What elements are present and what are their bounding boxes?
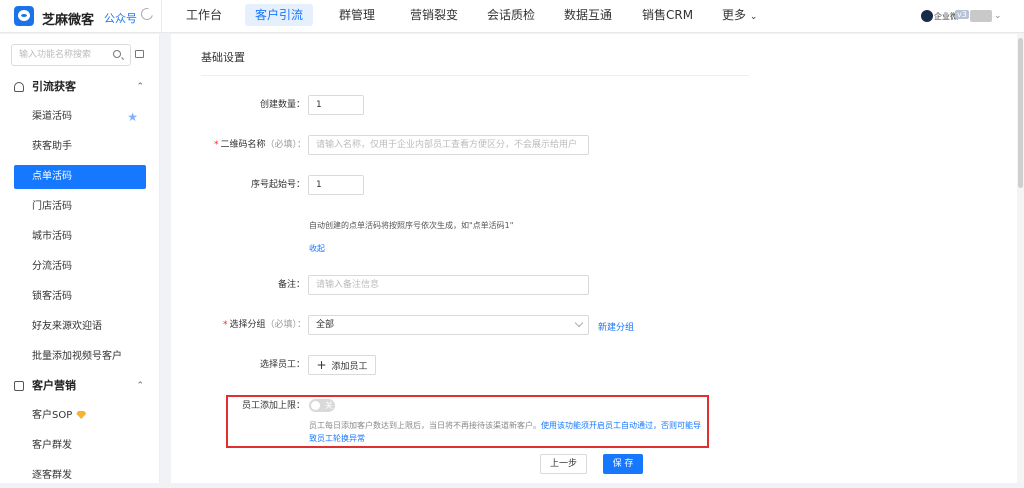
org-avatar-icon [921,10,933,22]
sidebar-item-label: 客户SOP [32,410,73,421]
page-scrollbar-thumb[interactable] [1018,38,1023,188]
sidebar-item-label: 渠道活码 [32,111,72,122]
add-staff-label: 添加员工 [331,362,368,372]
remark-label: 备注： [277,280,305,290]
header-divider [161,0,162,33]
brand-name: 芝麻微客 [42,13,95,28]
group-label-text: 选择分组 [229,320,266,330]
sidebar-item-welcome-message[interactable]: 好友来源欢迎语 [14,315,146,339]
add-staff-button[interactable]: + 添加员工 [308,355,376,375]
create-count-label: 创建数量： [259,100,305,110]
nav-marketing-fission[interactable]: 营销裂变 [400,4,468,26]
limit-label: 员工添加上限： [241,401,305,411]
limit-warning-main: 员工每日添加客户数达到上限后，当日将不再接待该渠道新客户。 [309,421,541,430]
sidebar-item-order-code[interactable]: 点单活码 [14,165,146,189]
chevron-up-icon: ⌃ [136,82,144,92]
sidebar-item-acquisition-assistant[interactable]: 获客助手 [14,135,146,159]
top-bar: 芝麻微客 公众号 工作台 客户引流 群管理 营销裂变 会话质检 数据互通 销售C… [0,0,1024,33]
sidebar-item-store-code[interactable]: 门店活码 [14,195,146,219]
group-select[interactable]: 全部 [308,315,589,335]
title-divider [201,75,749,76]
required-mark: * [222,320,228,330]
sidebar-item-batch-add-video[interactable]: 批量添加视频号客户 [14,345,146,369]
sidebar-item-city-code[interactable]: 城市活码 [14,225,146,249]
group-label: * 选择分组（必填）： [180,315,306,335]
version-badge: v3 [955,10,969,19]
save-button[interactable]: 保 存 [603,454,643,474]
limit-toggle-text: 关 [325,401,333,410]
collapse-link[interactable]: 收起 [309,243,325,254]
staff-label: 选择员工： [259,360,305,370]
qr-name-label-hint: （必填）： [265,140,306,150]
nav-data-sync[interactable]: 数据互通 [554,4,622,26]
group-select-value: 全部 [316,320,335,330]
sidebar-section-acquisition[interactable]: 引流获客 ⌃ [14,77,144,97]
sidebar-item-lock-code[interactable]: 锁客活码 [14,285,146,309]
sidebar-section-title: 引流获客 [32,80,76,93]
nav-more[interactable]: 更多 ⌄ [712,4,767,26]
search-icon[interactable] [113,50,121,58]
sidebar-item-mass-send[interactable]: 客户群发 [14,434,146,458]
qr-name-label: * 二维码名称（必填）： [180,135,306,155]
group-label-hint: （必填）： [265,320,306,330]
user-avatar[interactable] [970,10,992,22]
dark-mode-icon[interactable] [138,5,156,23]
nav-group-management[interactable]: 群管理 [329,4,385,26]
brand-logo-icon [14,6,34,26]
limit-warning-text: 员工每日添加客户数达到上限后，当日将不再接待该渠道新客户。使用该功能须开启员工自… [309,419,701,445]
new-group-link[interactable]: 新建分组 [598,320,634,333]
star-icon[interactable]: ★ [127,105,138,129]
nav-session-inspection[interactable]: 会话质检 [477,4,545,26]
sidebar-item-channel-code[interactable]: 渠道活码 ★ [14,105,146,129]
page-title: 基础设置 [201,51,245,64]
vip-diamond-icon [76,411,87,419]
calendar-icon [14,381,24,391]
nav-more-label: 更多 [722,8,747,22]
user-icon [14,82,24,92]
nav-sales-crm[interactable]: 销售CRM [632,4,703,26]
menu-layout-icon[interactable] [135,50,144,58]
chevron-down-icon [574,318,584,328]
user-menu-chevron-icon[interactable]: ⌄ [994,11,1002,21]
prev-step-button[interactable]: 上一步 [540,454,587,474]
chevron-down-icon: ⌄ [749,12,758,22]
account-type-link[interactable]: 公众号 [104,10,137,26]
sidebar-section-marketing[interactable]: 客户营销 ⌃ [14,376,144,396]
start-no-label: 序号起始号： [250,180,305,190]
plus-icon: + [316,358,327,372]
sidebar-item-group-send[interactable]: 逐客群发 [14,464,146,488]
required-mark: * [213,140,219,150]
remark-input[interactable]: 请输入备注信息 [308,275,589,295]
create-count-input[interactable]: 1 [308,95,364,115]
chevron-up-icon: ⌃ [136,381,144,391]
sidebar-item-split-code[interactable]: 分流活码 [14,255,146,279]
nav-workbench[interactable]: 工作台 [176,4,232,26]
qr-name-label-text: 二维码名称 [220,140,266,150]
nav-customer-acquisition[interactable]: 客户引流 [245,4,314,26]
auto-name-note: 自动创建的点单活码将按照序号依次生成，如"点单活码1" [309,221,514,230]
start-no-input[interactable]: 1 [308,175,364,195]
sidebar: 输入功能名称搜索 引流获客 ⌃ 渠道活码 ★ 获客助手 点单活码 门店活码 城市活… [0,34,160,483]
sidebar-item-customer-sop[interactable]: 客户SOP [14,404,146,428]
sidebar-section-title: 客户营销 [32,379,76,392]
qr-name-input[interactable]: 请输入名称，仅用于企业内部员工查看方便区分，不会展示给用户 [308,135,589,155]
